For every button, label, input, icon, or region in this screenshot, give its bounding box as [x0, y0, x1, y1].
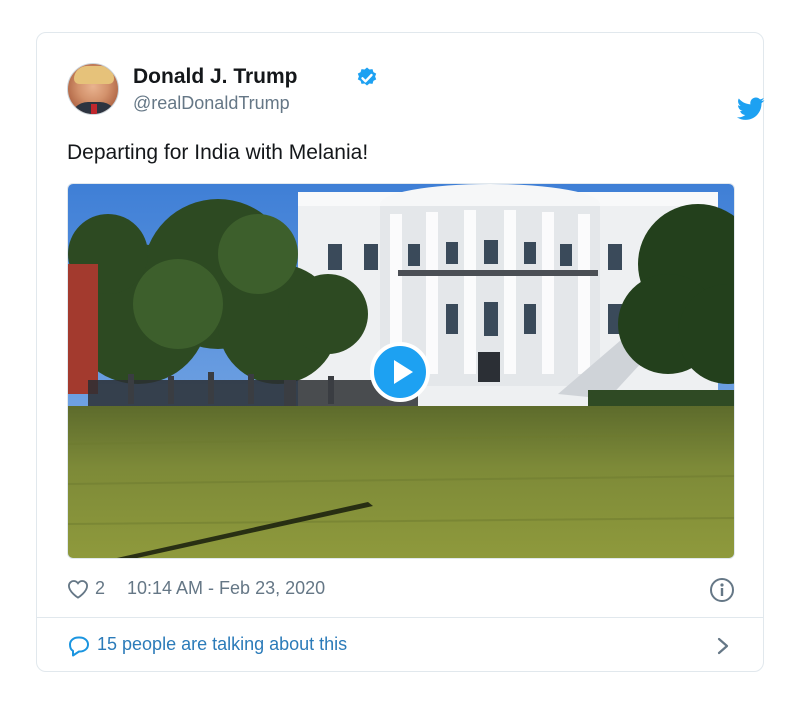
- tweet-header: Donald J. Trump @realDonaldTrump: [67, 63, 765, 120]
- avatar[interactable]: [67, 63, 119, 115]
- tweet-card[interactable]: Donald J. Trump @realDonaldTrump Departi…: [36, 32, 765, 672]
- author-name[interactable]: Donald J. Trump: [133, 65, 298, 89]
- conversation-label[interactable]: 15 people are talking about this: [97, 634, 347, 655]
- author-handle[interactable]: @realDonaldTrump: [133, 93, 290, 114]
- comment-icon: [69, 636, 89, 657]
- tweet-text: Departing for India with Melania!: [67, 141, 369, 164]
- chevron-right-icon[interactable]: [715, 635, 731, 657]
- verified-badge-icon: [357, 67, 377, 86]
- video-thumbnail[interactable]: [67, 183, 735, 559]
- tweet-meta: 2 10:14 AM - Feb 23, 2020: [67, 577, 737, 603]
- heart-icon[interactable]: [67, 579, 89, 599]
- twitter-bird-icon[interactable]: [737, 97, 765, 121]
- like-count[interactable]: 2: [95, 578, 105, 599]
- timestamp[interactable]: 10:14 AM - Feb 23, 2020: [127, 578, 325, 599]
- play-icon[interactable]: [370, 342, 430, 402]
- info-icon[interactable]: [709, 577, 735, 603]
- divider: [37, 617, 763, 618]
- conversation-link[interactable]: 15 people are talking about this: [67, 633, 737, 659]
